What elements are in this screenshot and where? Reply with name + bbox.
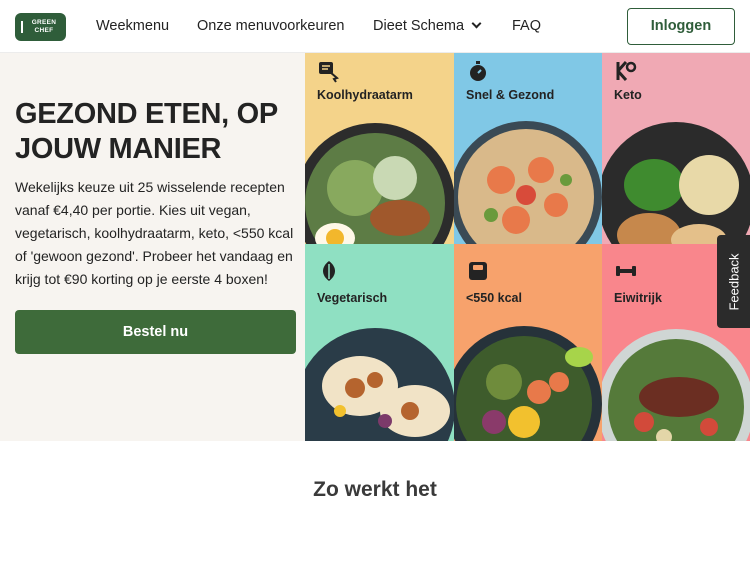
feedback-tab[interactable]: Feedback bbox=[717, 235, 750, 328]
nav-menuvoorkeuren[interactable]: Onze menuvoorkeuren bbox=[197, 18, 345, 34]
tile-label: Koolhydraatarm bbox=[317, 88, 413, 102]
tile-550-kcal[interactable]: <550 kcal bbox=[454, 244, 602, 441]
low-carb-icon bbox=[319, 62, 339, 83]
logo-text: GREEN CHEF bbox=[31, 19, 57, 34]
dumbbell-icon bbox=[616, 266, 636, 276]
dish-image bbox=[305, 123, 454, 244]
nav-dieet-schema-label: Dieet Schema bbox=[373, 18, 465, 34]
tile-koolhydraatarm[interactable]: Koolhydraatarm bbox=[305, 53, 454, 244]
nav-dieet-schema[interactable]: Dieet Schema bbox=[373, 18, 482, 34]
hero-text-panel: GEZOND ETEN, OP JOUW MANIER Wekelijks ke… bbox=[0, 53, 305, 441]
tile-vegetarisch[interactable]: Vegetarisch bbox=[305, 244, 454, 441]
tile-keto[interactable]: Keto bbox=[602, 53, 750, 244]
dish-image bbox=[602, 122, 750, 244]
tile-label: Eiwitrijk bbox=[614, 291, 662, 305]
chevron-down-icon bbox=[471, 18, 482, 29]
logo-bar bbox=[21, 21, 23, 33]
tile-label: Keto bbox=[614, 88, 642, 102]
tile-snel-gezond[interactable]: Snel & Gezond bbox=[454, 53, 602, 244]
keto-icon bbox=[616, 61, 637, 81]
stopwatch-icon bbox=[470, 61, 486, 81]
nav-weekmenu[interactable]: Weekmenu bbox=[96, 18, 169, 34]
login-button[interactable]: Inloggen bbox=[627, 8, 735, 45]
site-header: GREEN CHEF Weekmenu Onze menuvoorkeuren … bbox=[0, 0, 750, 53]
dish-image bbox=[454, 121, 602, 244]
feedback-label: Feedback bbox=[726, 252, 741, 311]
dish-image bbox=[305, 328, 454, 441]
order-now-button[interactable]: Bestel nu bbox=[15, 310, 296, 354]
tile-label: Snel & Gezond bbox=[466, 88, 555, 102]
leaf-icon bbox=[323, 261, 335, 281]
dish-image bbox=[454, 326, 602, 441]
tile-label: <550 kcal bbox=[466, 291, 522, 305]
tile-label: Vegetarisch bbox=[317, 291, 388, 305]
hero-title: GEZOND ETEN, OP JOUW MANIER bbox=[15, 98, 278, 165]
section-title-zo-werkt-het: Zo werkt het bbox=[313, 478, 437, 501]
hero-section: GEZOND ETEN, OP JOUW MANIER Wekelijks ke… bbox=[0, 53, 750, 441]
nav-faq[interactable]: FAQ bbox=[512, 18, 541, 34]
hero-description: Wekelijks keuze uit 25 wisselende recept… bbox=[15, 179, 294, 287]
green-chef-logo[interactable]: GREEN CHEF bbox=[15, 13, 66, 41]
dish-image bbox=[602, 329, 750, 441]
scale-icon bbox=[469, 262, 487, 280]
